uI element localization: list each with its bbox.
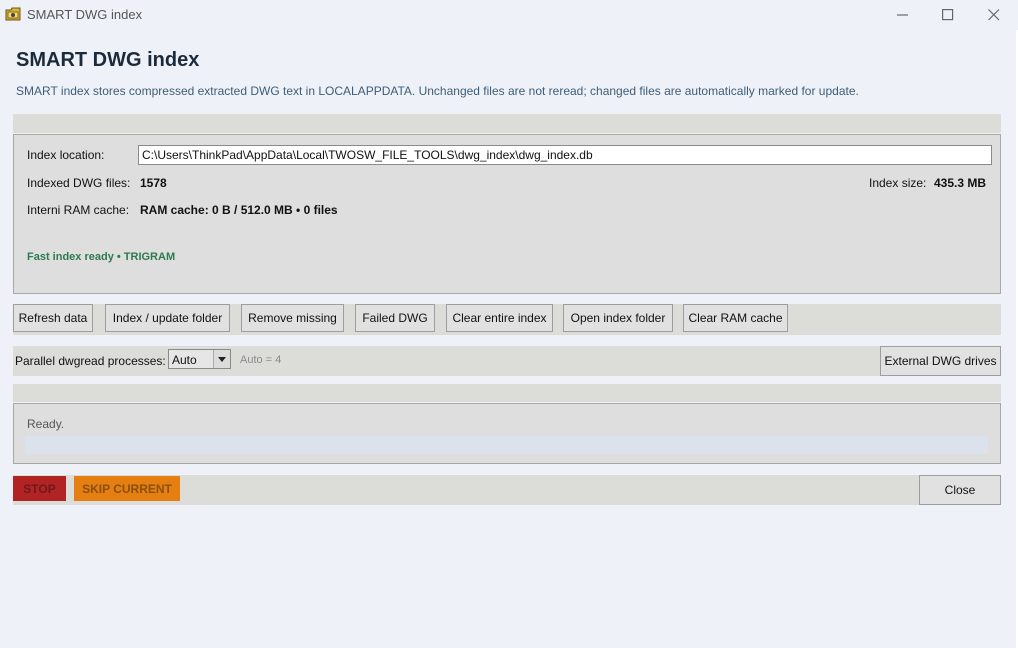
page-title: SMART DWG index [16, 49, 200, 71]
parallel-processes-value: Auto [172, 353, 197, 367]
failed-dwg-button[interactable]: Failed DWG [355, 304, 435, 332]
minimize-icon [897, 14, 908, 16]
window-title: SMART DWG index [27, 7, 143, 22]
open-index-folder-button[interactable]: Open index folder [563, 304, 673, 332]
index-status-text: Fast index ready • TRIGRAM [27, 251, 176, 263]
separator-bar [13, 114, 1001, 133]
bottom-actions: STOP SKIP CURRENT Close [13, 475, 1001, 505]
maximize-button[interactable] [925, 0, 971, 30]
index-size-value: 435.3 MB [934, 176, 987, 190]
separator-bar [13, 384, 1001, 402]
ram-cache-value: RAM cache: 0 B / 512.0 MB • 0 files [140, 203, 338, 217]
progress-bar [25, 436, 988, 454]
folder-app-icon [5, 6, 21, 22]
title-bar: SMART DWG index [0, 0, 1018, 30]
close-window-button[interactable] [971, 0, 1017, 30]
indexed-files-label: Indexed DWG files: [27, 176, 131, 190]
stop-button[interactable]: STOP [13, 476, 66, 501]
minimize-button[interactable] [880, 0, 926, 30]
chevron-down-icon [213, 350, 230, 368]
clear-ram-cache-button[interactable]: Clear RAM cache [683, 304, 788, 332]
page-subtitle: SMART index stores compressed extracted … [16, 84, 859, 98]
skip-current-button[interactable]: SKIP CURRENT [74, 476, 180, 501]
indexed-files-value: 1578 [140, 176, 167, 190]
index-location-label: Index location: [27, 148, 105, 162]
parallel-hint: Auto = 4 [240, 354, 282, 366]
maximize-icon [942, 9, 954, 21]
parallel-settings-row: Parallel dwgread processes: Auto Auto = … [13, 346, 1001, 376]
parallel-processes-label: Parallel dwgread processes: [15, 354, 166, 368]
index-size-label: Index size: [869, 176, 927, 190]
index-location-field[interactable] [138, 145, 992, 165]
index-info-panel: Index location: Indexed DWG files: 1578 … [13, 134, 1001, 294]
index-update-folder-button[interactable]: Index / update folder [105, 304, 230, 332]
external-dwg-drives-button[interactable]: External DWG drives [880, 346, 1001, 376]
action-toolbar: Refresh data Index / update folder Remov… [13, 304, 1001, 335]
clear-entire-index-button[interactable]: Clear entire index [446, 304, 553, 332]
ram-cache-label: Interni RAM cache: [27, 203, 130, 217]
refresh-data-button[interactable]: Refresh data [13, 304, 93, 332]
progress-panel: Ready. [13, 403, 1001, 464]
remove-missing-button[interactable]: Remove missing [241, 304, 344, 332]
parallel-processes-select[interactable]: Auto [168, 349, 231, 369]
progress-status-text: Ready. [27, 417, 65, 431]
close-icon [988, 9, 1000, 21]
close-button[interactable]: Close [919, 475, 1001, 505]
